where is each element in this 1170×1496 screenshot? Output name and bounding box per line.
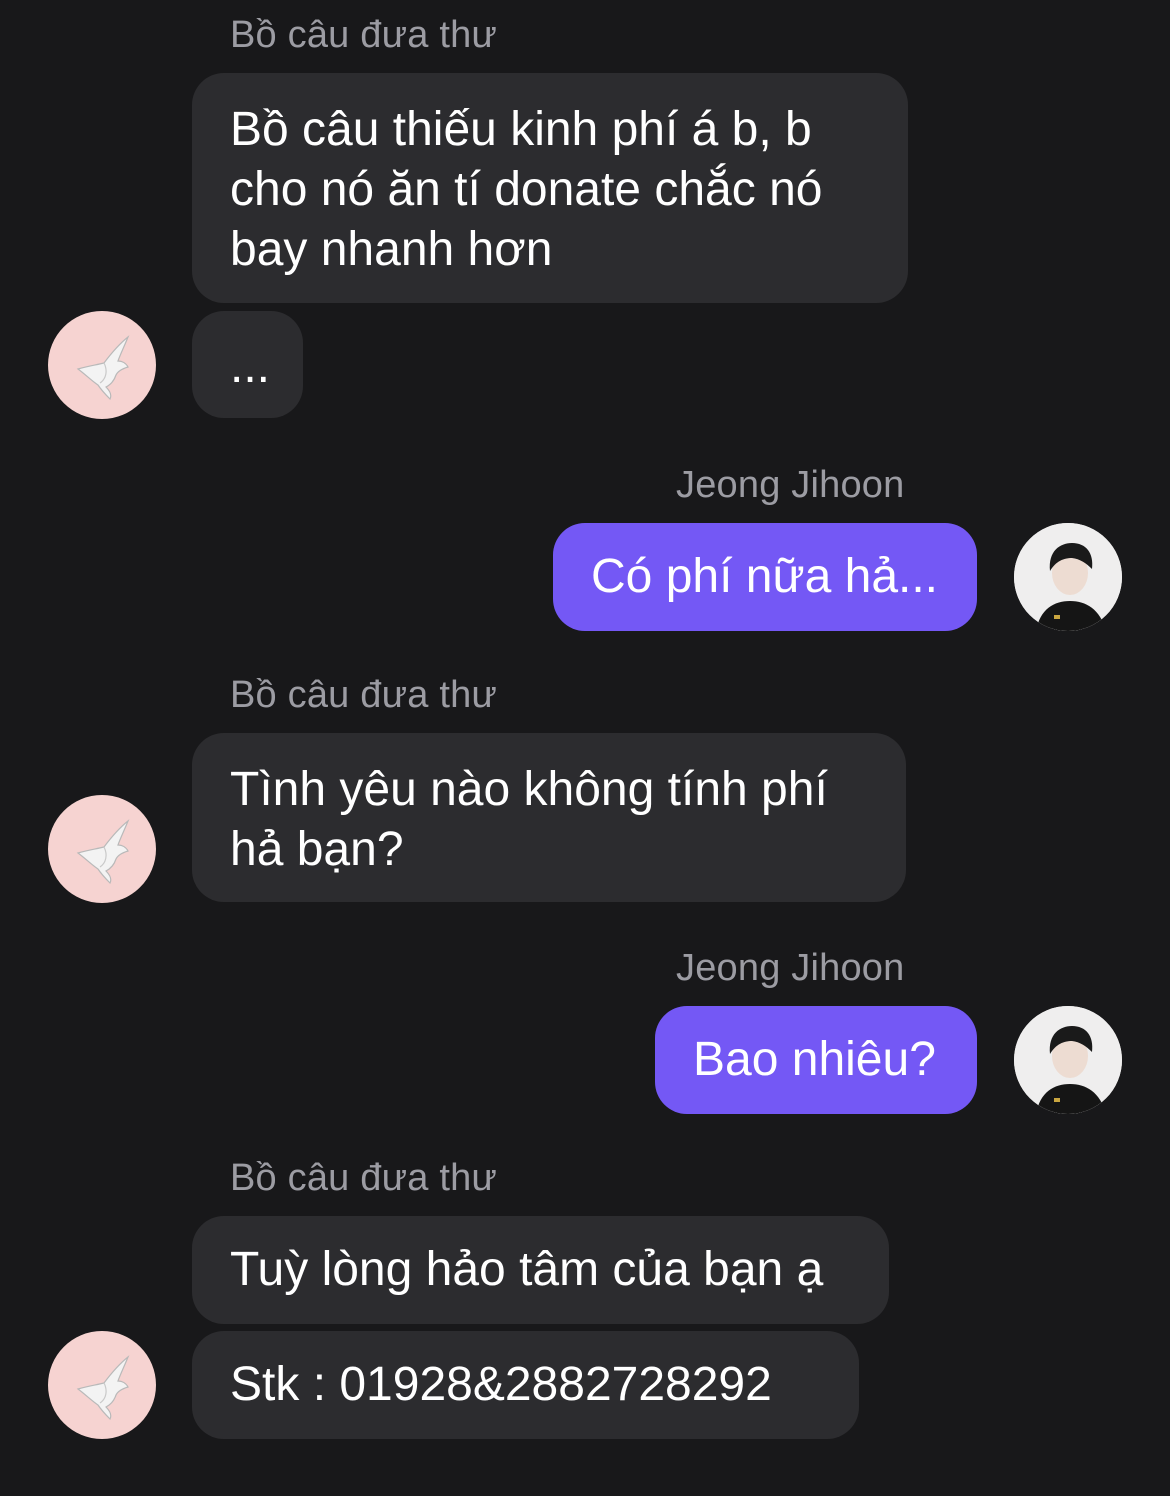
message-bubble-incoming[interactable]: Tình yêu nào không tính phí hả bạn? xyxy=(192,733,906,902)
message-bubble-outgoing[interactable]: Có phí nữa hả... xyxy=(553,523,977,631)
sender-name-user: Jeong Jihoon xyxy=(676,947,905,989)
dove-avatar[interactable] xyxy=(48,311,156,419)
dove-icon xyxy=(76,1355,130,1421)
sender-name-bot: Bồ câu đưa thư xyxy=(230,1157,498,1199)
user-photo xyxy=(1014,523,1122,631)
message-bubble-incoming[interactable]: Stk : 01928&2882728292 xyxy=(192,1331,859,1439)
dove-icon xyxy=(76,335,130,401)
message-bubble-incoming[interactable]: ... xyxy=(192,311,303,418)
sender-name-bot: Bồ câu đưa thư xyxy=(230,674,498,716)
user-avatar[interactable] xyxy=(1014,1006,1122,1114)
message-bubble-outgoing[interactable]: Bao nhiêu? xyxy=(655,1006,977,1114)
user-photo xyxy=(1014,1006,1122,1114)
sender-name-user: Jeong Jihoon xyxy=(676,464,905,506)
user-avatar[interactable] xyxy=(1014,523,1122,631)
sender-name-bot: Bồ câu đưa thư xyxy=(230,14,498,56)
message-bubble-incoming[interactable]: Tuỳ lòng hảo tâm của bạn ạ xyxy=(192,1216,889,1324)
dove-avatar[interactable] xyxy=(48,1331,156,1439)
dove-avatar[interactable] xyxy=(48,795,156,903)
message-bubble-incoming[interactable]: Bồ câu thiếu kinh phí á b, b cho nó ăn t… xyxy=(192,73,908,303)
dove-icon xyxy=(76,819,130,885)
